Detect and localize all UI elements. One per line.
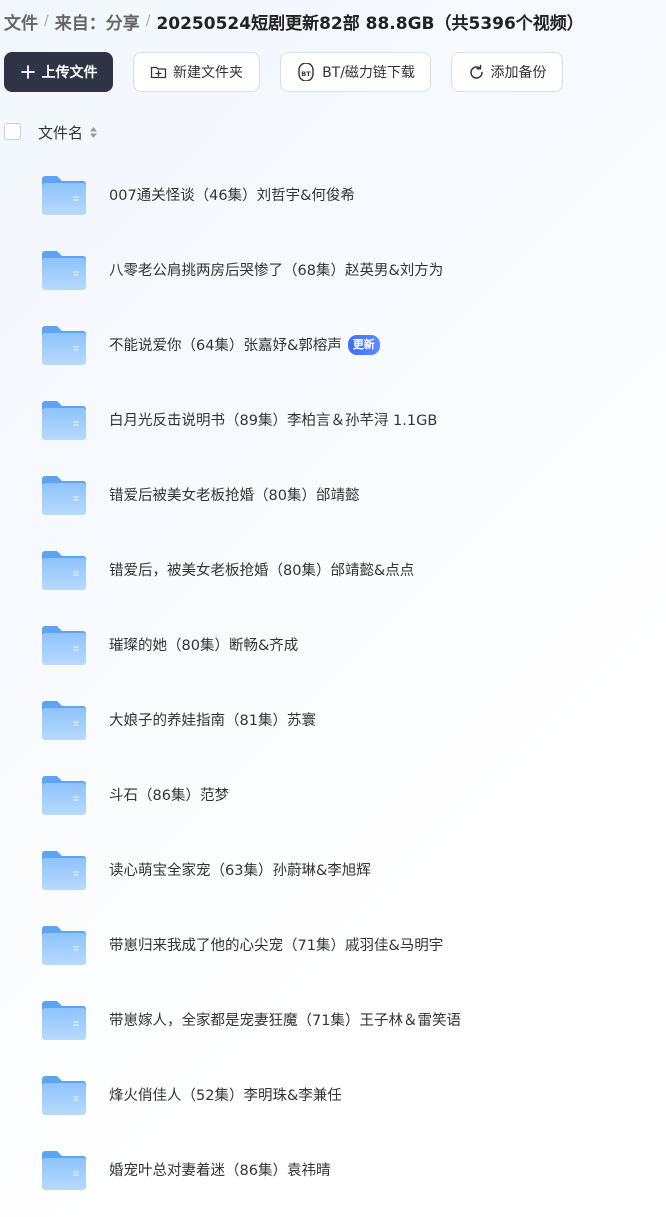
file-row[interactable]: 璀璨的她（80集）断畅&齐成 (0, 607, 666, 682)
file-table-header: 文件名 (0, 120, 666, 144)
backup-sync-icon (468, 64, 485, 81)
bt-download-button-label: BT/磁力链下载 (322, 65, 415, 81)
folder-icon (40, 1073, 88, 1117)
file-name[interactable]: 大娘子的养娃指南（81集）苏寰 (109, 682, 316, 757)
file-name[interactable]: 白月光反击说明书（89集）李柏言＆孙芊浔 1.1GB (109, 382, 437, 457)
folder-icon (40, 773, 88, 817)
file-name[interactable]: 璀璨的她（80集）断畅&齐成 (109, 607, 298, 682)
file-row[interactable]: 八零老公肩挑两房后哭惨了（68集）赵英男&刘方为 (0, 232, 666, 307)
svg-text:BT: BT (301, 70, 311, 78)
upload-button-label: 上传文件 (41, 65, 98, 81)
file-name-text: 大娘子的养娃指南（81集）苏寰 (109, 713, 316, 729)
file-name[interactable]: 错爱后被美女老板抢婚（80集）邰靖懿 (109, 457, 359, 532)
file-row[interactable]: 带崽归来我成了他的心尖宠（71集）戚羽佳&马明宇 (0, 907, 666, 982)
folder-icon (40, 923, 88, 967)
file-name-text: 带崽归来我成了他的心尖宠（71集）戚羽佳&马明宇 (109, 938, 444, 954)
new-folder-button[interactable]: 新建文件夹 (133, 52, 260, 92)
file-name[interactable]: 错爱后，被美女老板抢婚（80集）邰靖懿&点点 (109, 532, 414, 607)
file-name[interactable]: 读心萌宝全家宠（63集）孙蔚琳&李旭辉 (109, 832, 371, 907)
folder-icon (40, 1148, 88, 1192)
new-folder-button-label: 新建文件夹 (173, 65, 243, 81)
file-row[interactable]: 婚宠叶总对妻着迷（86集）袁祎晴 (0, 1132, 666, 1207)
folder-icon (40, 623, 88, 667)
file-name-text: 错爱后被美女老板抢婚（80集）邰靖懿 (109, 488, 360, 504)
file-row[interactable]: 斗石（86集）范梦 (0, 757, 666, 832)
file-name-text: 不能说爱你（64集）张嘉妤&郭榕声 (109, 338, 342, 354)
folder-icon (40, 848, 88, 892)
add-backup-button-label: 添加备份 (490, 65, 547, 81)
folder-icon (40, 173, 88, 217)
column-header-name-label: 文件名 (38, 123, 84, 142)
file-name-text: 八零老公肩挑两房后哭惨了（68集）赵英男&刘方为 (109, 263, 444, 279)
file-name[interactable]: 007通关怪谈（46集）刘哲宇&何俊希 (109, 157, 355, 232)
file-row[interactable]: 读心萌宝全家宠（63集）孙蔚琳&李旭辉 (0, 832, 666, 907)
file-name-text: 读心萌宝全家宠（63集）孙蔚琳&李旭辉 (109, 863, 371, 879)
file-name[interactable]: 烽火俏佳人（52集）李明珠&李兼任 (109, 1057, 342, 1132)
file-name-text: 烽火俏佳人（52集）李明珠&李兼任 (109, 1088, 342, 1104)
folder-plus-icon (150, 64, 167, 80)
file-name-text: 带崽嫁人，全家都是宠妻狂魔（71集）王子林＆雷笑语 (109, 1013, 461, 1029)
file-row[interactable]: 错爱后被美女老板抢婚（80集）邰靖懿 (0, 457, 666, 532)
file-row[interactable]: 007通关怪谈（46集）刘哲宇&何俊希 (0, 157, 666, 232)
file-name[interactable]: 婚宠叶总对妻着迷（86集）袁祎晴 (109, 1132, 330, 1207)
bt-download-button[interactable]: BT BT/磁力链下载 (280, 52, 431, 92)
select-all-checkbox[interactable] (4, 123, 21, 140)
file-row[interactable]: 大娘子的养娃指南（81集）苏寰 (0, 682, 666, 757)
column-header-name[interactable]: 文件名 (38, 120, 98, 144)
file-name-text: 璀璨的她（80集）断畅&齐成 (109, 638, 299, 654)
upload-button[interactable]: 上传文件 (4, 52, 113, 92)
breadcrumb: 文件 / 来自：分享 / 20250524短剧更新82部 88.8GB（共539… (4, 8, 584, 34)
file-name[interactable]: 带崽归来我成了他的心尖宠（71集）戚羽佳&马明宇 (109, 907, 443, 982)
folder-icon (40, 248, 88, 292)
sort-icon[interactable] (89, 126, 98, 139)
file-list: 007通关怪谈（46集）刘哲宇&何俊希八零老公肩挑两房后哭惨了（68集）赵英男&… (0, 157, 666, 1207)
breadcrumb-current: 20250524短剧更新82部 88.8GB（共5396个视频） (156, 13, 584, 34)
file-name[interactable]: 斗石（86集）范梦 (109, 757, 229, 832)
breadcrumb-from[interactable]: 来自：分享 (55, 9, 140, 34)
file-name-text: 007通关怪谈（46集）刘哲宇&何俊希 (109, 188, 355, 204)
file-row[interactable]: 烽火俏佳人（52集）李明珠&李兼任 (0, 1057, 666, 1132)
file-row[interactable]: 不能说爱你（64集）张嘉妤&郭榕声 更新 (0, 307, 666, 382)
breadcrumb-separator: / (44, 13, 49, 29)
bt-magnet-icon: BT (296, 63, 316, 81)
breadcrumb-separator: / (145, 13, 151, 29)
file-row[interactable]: 错爱后，被美女老板抢婚（80集）邰靖懿&点点 (0, 532, 666, 607)
file-name[interactable]: 八零老公肩挑两房后哭惨了（68集）赵英男&刘方为 (109, 232, 443, 307)
file-row[interactable]: 带崽嫁人，全家都是宠妻狂魔（71集）王子林＆雷笑语 (0, 982, 666, 1057)
file-name-text: 婚宠叶总对妻着迷（86集）袁祎晴 (109, 1163, 331, 1179)
file-name[interactable]: 不能说爱你（64集）张嘉妤&郭榕声 更新 (109, 307, 380, 382)
folder-icon (40, 548, 88, 592)
folder-icon (40, 473, 88, 517)
folder-icon (40, 323, 88, 367)
update-badge: 更新 (347, 334, 380, 355)
add-backup-button[interactable]: 添加备份 (451, 52, 563, 92)
file-name-text: 错爱后，被美女老板抢婚（80集）邰靖懿&点点 (109, 563, 415, 579)
folder-icon (40, 998, 88, 1042)
file-row[interactable]: 白月光反击说明书（89集）李柏言＆孙芊浔 1.1GB (0, 382, 666, 457)
folder-icon (40, 398, 88, 442)
file-name-text: 白月光反击说明书（89集）李柏言＆孙芊浔 1.1GB (109, 413, 438, 429)
folder-icon (40, 698, 88, 742)
breadcrumb-root[interactable]: 文件 (4, 9, 38, 34)
plus-icon (20, 64, 36, 80)
file-name-text: 斗石（86集）范梦 (109, 788, 229, 804)
file-name[interactable]: 带崽嫁人，全家都是宠妻狂魔（71集）王子林＆雷笑语 (109, 982, 461, 1057)
